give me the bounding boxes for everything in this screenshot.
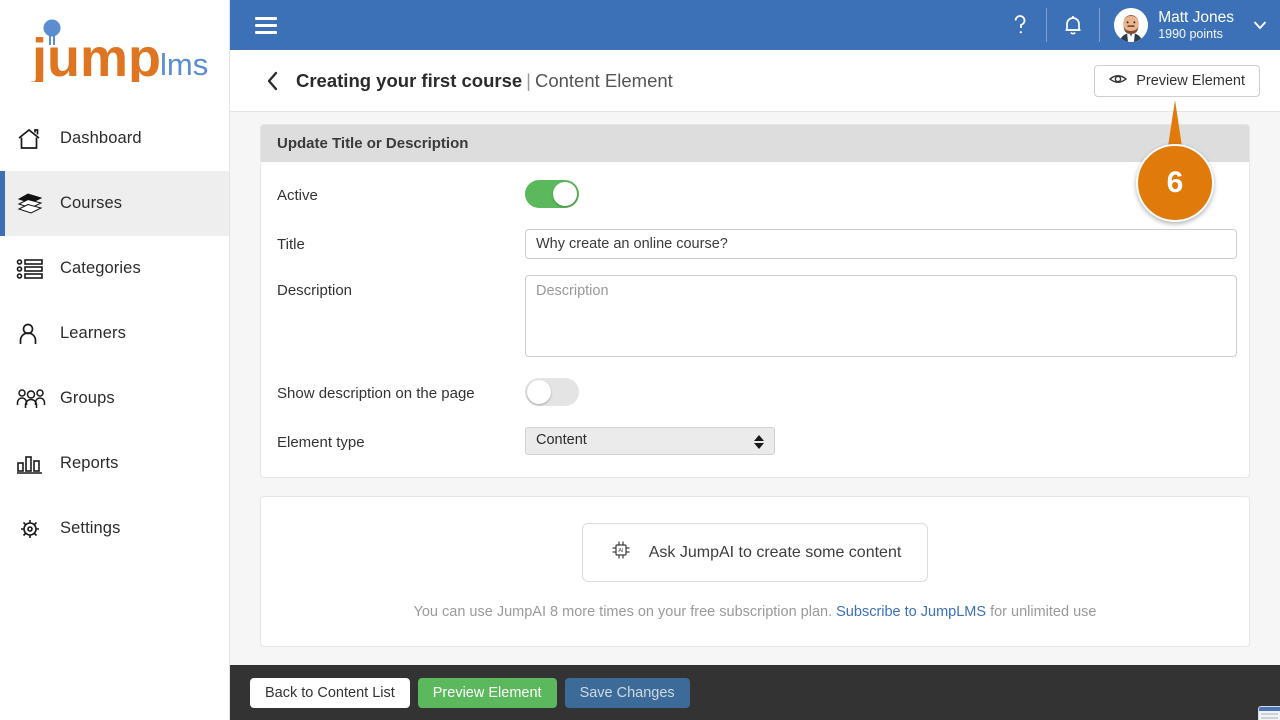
subscribe-link[interactable]: Subscribe to JumpLMS xyxy=(836,604,986,620)
preview-element-button-top[interactable]: Preview Element xyxy=(1094,64,1260,97)
app-logo[interactable]: jump lms xyxy=(0,0,229,100)
sidebar-nav: Dashboard Courses Categories Learners Gr… xyxy=(0,106,229,561)
element-type-select[interactable]: Content xyxy=(525,427,775,455)
bar-chart-icon xyxy=(16,446,60,482)
svg-text:AI: AI xyxy=(618,548,624,554)
sidebar-item-groups[interactable]: Groups xyxy=(0,366,229,431)
sidebar-item-courses[interactable]: Courses xyxy=(0,171,229,236)
page-title-course: Creating your first course xyxy=(296,69,523,91)
title-field xyxy=(525,229,1237,259)
ask-jumpai-button[interactable]: AI Ask JumpAI to create some content xyxy=(581,523,929,582)
eye-icon xyxy=(1109,72,1128,90)
jumpai-usage-note: You can use JumpAI 8 more times on your … xyxy=(277,604,1233,620)
form-row-show-description: Show description on the page xyxy=(277,378,1233,411)
element-type-value: Content xyxy=(536,432,587,448)
page-title-section: Content Element xyxy=(534,69,673,91)
form-row-element-type: Element type Content xyxy=(277,427,1233,455)
corner-widget-line xyxy=(1261,713,1278,715)
description-field xyxy=(525,275,1237,362)
corner-widget-bar xyxy=(1259,707,1280,711)
home-icon xyxy=(16,121,60,157)
hamburger-line xyxy=(255,23,277,27)
ai-chip-icon: AI xyxy=(609,538,633,567)
corner-widget-line xyxy=(1261,717,1278,719)
sidebar-item-categories[interactable]: Categories xyxy=(0,236,229,301)
user-menu[interactable]: Matt Jones 1990 points xyxy=(1100,0,1240,50)
sidebar-item-label: Categories xyxy=(60,259,141,277)
sidebar-item-label: Courses xyxy=(60,194,123,212)
bell-icon[interactable] xyxy=(1047,0,1099,50)
sidebar-item-dashboard[interactable]: Dashboard xyxy=(0,106,229,171)
help-icon[interactable] xyxy=(994,0,1046,50)
select-stepper-arrows-icon xyxy=(752,432,766,452)
hamburger-line xyxy=(255,30,277,34)
preview-element-label: Preview Element xyxy=(1136,72,1245,89)
avatar xyxy=(1114,8,1149,42)
page-header: Creating your first course | Content Eleme… xyxy=(230,50,1280,112)
main-content: Creating your first course | Content Eleme… xyxy=(230,50,1280,670)
active-toggle[interactable] xyxy=(525,180,579,208)
corner-widget[interactable] xyxy=(1258,706,1280,720)
card-body: Active Title Description xyxy=(261,162,1249,477)
sidebar: jump lms Dashboard Courses Categories Le… xyxy=(0,0,230,720)
usage-note-after: for unlimited use xyxy=(986,604,1097,620)
title-label: Title xyxy=(277,236,305,253)
books-icon xyxy=(16,186,60,222)
usage-note-before: You can use JumpAI 8 more times on your … xyxy=(413,604,837,620)
active-label: Active xyxy=(277,187,318,204)
svg-text:jump: jump xyxy=(31,28,161,82)
description-textarea[interactable] xyxy=(525,275,1237,357)
card-header: Update Title or Description xyxy=(261,125,1249,162)
description-label: Description xyxy=(277,282,353,299)
footer-action-bar: Back to Content List Preview Element Sav… xyxy=(230,665,1280,720)
jumplms-logo: jump lms xyxy=(14,18,224,82)
gear-icon xyxy=(16,511,60,547)
back-to-content-list-button[interactable]: Back to Content List xyxy=(250,677,410,708)
form-row-description: Description xyxy=(277,275,1237,362)
toggle-knob xyxy=(527,380,551,404)
back-icon[interactable] xyxy=(260,68,286,94)
user-icon xyxy=(16,316,60,352)
user-points: 1990 points xyxy=(1158,26,1223,41)
sidebar-item-learners[interactable]: Learners xyxy=(0,301,229,366)
element-type-label: Element type xyxy=(277,434,365,451)
sidebar-item-label: Settings xyxy=(60,519,121,537)
toggle-knob xyxy=(553,182,577,206)
sidebar-item-label: Learners xyxy=(60,324,126,342)
jumpai-card: AI Ask JumpAI to create some content You… xyxy=(260,496,1250,647)
sidebar-item-reports[interactable]: Reports xyxy=(0,431,229,496)
update-title-card: Update Title or Description Active Title xyxy=(260,124,1250,478)
app-root: jump lms Dashboard Courses Categories Le… xyxy=(0,0,1280,720)
sidebar-item-label: Reports xyxy=(60,454,119,472)
users-icon xyxy=(16,381,60,417)
form-row-title: Title xyxy=(277,229,1237,259)
show-description-label: Show description on the page xyxy=(277,385,475,402)
sidebar-item-label: Groups xyxy=(60,389,115,407)
svg-text:lms: lms xyxy=(160,47,208,82)
title-input[interactable] xyxy=(525,229,1237,259)
form-row-active: Active xyxy=(277,180,1233,213)
show-description-toggle[interactable] xyxy=(525,378,579,406)
hamburger-line xyxy=(255,16,277,20)
chevron-down-icon[interactable] xyxy=(1240,0,1280,50)
hamburger-icon[interactable] xyxy=(244,0,288,50)
preview-element-button-footer[interactable]: Preview Element xyxy=(417,677,557,708)
active-field xyxy=(525,180,1233,213)
list-icon xyxy=(16,251,60,287)
sidebar-item-label: Dashboard xyxy=(60,129,142,147)
user-name: Matt Jones xyxy=(1158,8,1234,26)
ask-jumpai-label: Ask JumpAI to create some content xyxy=(648,543,902,561)
sidebar-item-settings[interactable]: Settings xyxy=(0,496,229,561)
top-bar: Matt Jones 1990 points xyxy=(230,0,1280,50)
user-info: Matt Jones 1990 points xyxy=(1158,9,1234,41)
show-description-field xyxy=(525,378,1233,411)
save-changes-button[interactable]: Save Changes xyxy=(564,677,690,708)
element-type-field: Content xyxy=(525,427,1233,455)
page-title-separator: | xyxy=(526,69,531,91)
page-title: Creating your first course | Content Eleme… xyxy=(296,70,673,92)
